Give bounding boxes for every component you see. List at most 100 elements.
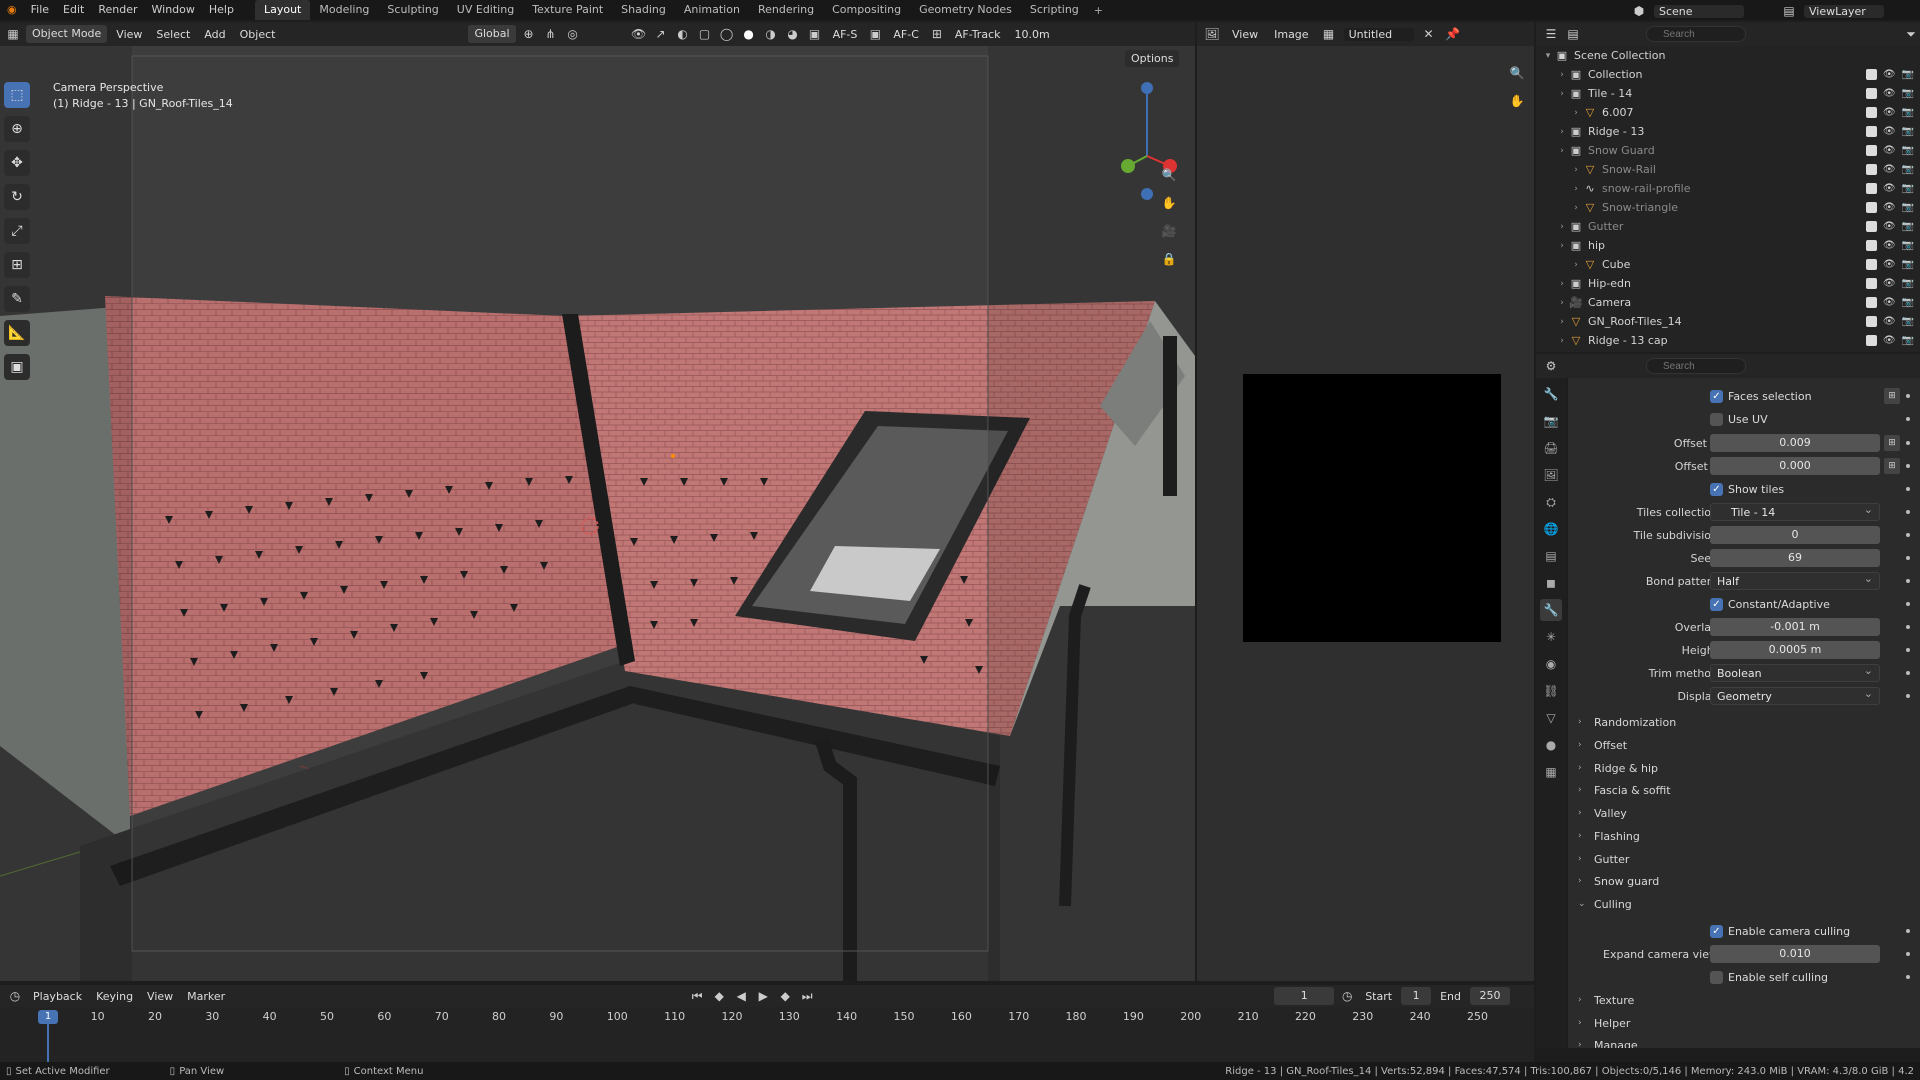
expand-arrow-icon[interactable]: › — [1556, 70, 1568, 80]
eye-icon[interactable]: 👁 — [1883, 88, 1896, 99]
section-texture[interactable]: › Texture — [1578, 990, 1634, 1010]
pan-hand-icon[interactable]: ✋ — [1160, 194, 1178, 212]
camera-render-icon[interactable]: 📷 — [1902, 278, 1914, 289]
camera-render-icon[interactable]: 📷 — [1902, 107, 1914, 118]
properties-search-input[interactable] — [1646, 358, 1746, 374]
eye-icon[interactable]: 👁 — [1883, 316, 1896, 327]
enable-camera-culling-checkbox[interactable]: ✓ Enable camera culling — [1710, 924, 1850, 938]
section-gutter[interactable]: › Gutter — [1578, 849, 1629, 869]
eye-icon[interactable]: 👁 — [1883, 335, 1896, 346]
data-tab-icon[interactable]: ▽ — [1540, 707, 1562, 729]
faces-selection-checkbox[interactable]: ✓ Faces selection — [1710, 389, 1812, 403]
offset-x-field[interactable]: 0.009 — [1710, 434, 1880, 452]
af-s-button[interactable]: AF-S — [828, 28, 863, 41]
properties-type-icon[interactable]: ⚙ — [1542, 357, 1560, 375]
lock-icon[interactable]: 🔒 — [1160, 250, 1178, 268]
scale-tool-icon[interactable]: ⤢ — [4, 218, 30, 244]
add-workspace-icon[interactable]: + — [1088, 4, 1109, 17]
eye-icon[interactable]: 👁 — [1883, 278, 1896, 289]
add-cube-tool-icon[interactable]: ▣ — [4, 354, 30, 380]
expand-camera-view-field[interactable]: 0.010 — [1710, 945, 1880, 963]
wireframe-shading-icon[interactable]: ◯ — [718, 25, 736, 43]
expand-arrow-icon[interactable]: › — [1570, 260, 1582, 270]
camera-render-icon[interactable]: 📷 — [1902, 316, 1914, 327]
section-flashing[interactable]: › Flashing — [1578, 826, 1640, 846]
offset-y-field[interactable]: 0.000 — [1710, 457, 1880, 475]
display-dropdown[interactable]: Geometry — [1710, 685, 1880, 705]
expand-arrow-icon[interactable]: › — [1556, 89, 1568, 99]
outliner-row[interactable]: › ▣ Ridge - 13 👁 📷 — [1536, 122, 1920, 141]
image-menu-view[interactable]: View — [1227, 28, 1263, 41]
expand-arrow-icon[interactable]: › — [1570, 165, 1582, 175]
bond-pattern-dropdown[interactable]: Half — [1710, 570, 1880, 590]
eye-icon[interactable]: 👁 — [1883, 297, 1896, 308]
include-checkbox[interactable] — [1865, 259, 1877, 270]
include-checkbox[interactable] — [1865, 240, 1877, 251]
constraints-tab-icon[interactable]: ⛓ — [1540, 680, 1562, 702]
section-randomization[interactable]: › Randomization — [1578, 712, 1676, 732]
camera-render-icon[interactable]: 📷 — [1902, 145, 1914, 156]
output-tab-icon[interactable]: 🖨 — [1540, 437, 1562, 459]
include-checkbox[interactable] — [1865, 183, 1877, 194]
menu-help[interactable]: Help — [202, 0, 241, 20]
expand-arrow-icon[interactable]: › — [1556, 127, 1568, 137]
tab-animation[interactable]: Animation — [675, 0, 749, 20]
prev-key-icon[interactable]: ◆ — [710, 987, 728, 1005]
transform-tool-icon[interactable]: ⊞ — [4, 252, 30, 278]
menu-window[interactable]: Window — [145, 0, 202, 20]
cursor-tool-icon[interactable]: ⊕ — [4, 116, 30, 142]
gizmo-icon[interactable]: ↗ — [652, 25, 670, 43]
menu-object[interactable]: Object — [235, 28, 281, 41]
focus-distance[interactable]: 10.0m — [1010, 28, 1055, 41]
section-manage[interactable]: › Manage — [1578, 1035, 1638, 1049]
outliner-search-input[interactable] — [1646, 26, 1746, 42]
play-reverse-icon[interactable]: ◀ — [732, 987, 750, 1005]
outliner-row[interactable]: › ▣ Hip-edn 👁 📷 — [1536, 274, 1920, 293]
tile-subdivision-field[interactable]: 0 — [1710, 526, 1880, 544]
visibility-icon[interactable]: 👁 — [630, 25, 648, 43]
include-checkbox[interactable] — [1865, 202, 1877, 213]
filter-icon[interactable]: ⏷ — [1902, 25, 1920, 43]
section-valley[interactable]: › Valley — [1578, 803, 1627, 823]
tab-scripting[interactable]: Scripting — [1021, 0, 1088, 20]
next-key-icon[interactable]: ◆ — [776, 987, 794, 1005]
include-checkbox[interactable] — [1865, 164, 1877, 175]
outliner-row[interactable]: › ▽ Snow-triangle 👁 📷 — [1536, 198, 1920, 217]
material-tab-icon[interactable]: ● — [1540, 734, 1562, 756]
timeline-view-menu[interactable]: View — [142, 990, 178, 1003]
camera-render-icon[interactable]: 📷 — [1902, 240, 1914, 251]
offset-x-attr-icon[interactable]: ⊞ — [1884, 435, 1900, 451]
enable-self-culling-checkbox[interactable]: Enable self culling — [1710, 970, 1828, 984]
menu-render[interactable]: Render — [91, 0, 144, 20]
include-checkbox[interactable] — [1865, 278, 1877, 289]
outliner-row[interactable]: › ▽ GN_Roof-Tiles_14 👁 📷 — [1536, 312, 1920, 331]
snap-icon[interactable]: ⋔ — [542, 25, 560, 43]
outliner-root[interactable]: ▾ ▣ Scene Collection — [1536, 46, 1920, 65]
scene-tab-icon[interactable]: ⛭ — [1540, 491, 1562, 513]
eye-icon[interactable]: 👁 — [1883, 107, 1896, 118]
camera-render-icon[interactable]: 📷 — [1902, 297, 1914, 308]
xray-icon[interactable]: ▢ — [696, 25, 714, 43]
image-name-field[interactable]: Untitled — [1343, 27, 1414, 41]
expand-arrow-icon[interactable]: › — [1556, 222, 1568, 232]
expand-arrow-icon[interactable]: › — [1556, 317, 1568, 327]
section-fascia-soffit[interactable]: › Fascia & soffit — [1578, 780, 1671, 800]
include-checkbox[interactable] — [1865, 316, 1877, 327]
include-checkbox[interactable] — [1865, 221, 1877, 232]
play-icon[interactable]: ▶ — [754, 987, 772, 1005]
outliner-row[interactable]: ›▽Soffit👁📷 — [1536, 350, 1920, 352]
eye-icon[interactable]: 👁 — [1883, 126, 1896, 137]
eye-icon[interactable]: 👁 — [1883, 259, 1896, 270]
menu-file[interactable]: File — [24, 0, 56, 20]
include-checkbox[interactable] — [1865, 297, 1877, 308]
tab-compositing[interactable]: Compositing — [823, 0, 910, 20]
overlay-icon[interactable]: ◐ — [674, 25, 692, 43]
close-icon[interactable]: ✕ — [1420, 25, 1438, 43]
camera-render-icon[interactable]: 📷 — [1902, 69, 1914, 80]
menu-add[interactable]: Add — [199, 28, 230, 41]
expand-arrow-icon[interactable]: › — [1556, 279, 1568, 289]
outliner-row[interactable]: › 🎥 Camera 👁 📷 — [1536, 293, 1920, 312]
particles-tab-icon[interactable]: ✳ — [1540, 626, 1562, 648]
render-tab-icon[interactable]: 📷 — [1540, 410, 1562, 432]
include-checkbox[interactable] — [1865, 88, 1877, 99]
